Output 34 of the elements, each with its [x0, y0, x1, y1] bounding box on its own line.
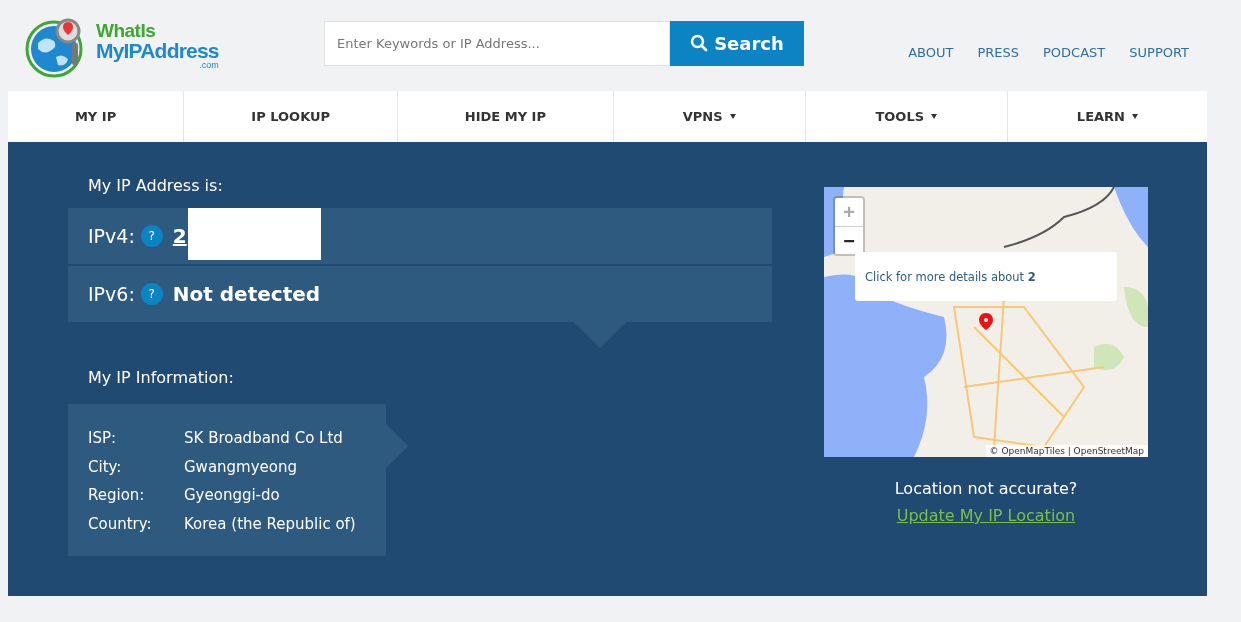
info-label: Region: [88, 486, 146, 505]
ip-label: IPv4: [88, 225, 135, 247]
logo-text[interactable]: .com [199, 61, 219, 70]
search-button[interactable]: Search [670, 20, 804, 66]
ip-label: IPv6: [88, 283, 135, 305]
caret-icon [1131, 114, 1138, 119]
info-label: City: [88, 457, 123, 476]
update-location-link[interactable]: Update My IP Location [896, 506, 1076, 525]
logo-text[interactable]: WhatIs [96, 21, 219, 40]
section-heading: My IP Address is: [87, 176, 224, 197]
info-value: Gwangmyeong [184, 457, 298, 476]
zoom-out-button[interactable]: − [835, 226, 863, 254]
location-question: Location not accurate? [894, 479, 1078, 498]
top-link[interactable]: PODCAST [1043, 45, 1106, 60]
ip-value[interactable]: 2 [172, 224, 187, 248]
map-attribution: © OpenMapTiles | OpenStreetMap [985, 445, 1148, 457]
popup-link[interactable]: Click for more details about 2 [865, 269, 1036, 284]
top-link[interactable]: SUPPORT [1129, 45, 1189, 60]
help-icon[interactable]: ? [140, 225, 163, 247]
nav-item[interactable]: MY IP [8, 91, 184, 142]
info-value: Gyeonggi-do [184, 486, 280, 505]
search-field[interactable]: Enter Keywords or IP Address... [324, 20, 670, 66]
info-value: SK Broadband Co Ltd [184, 429, 343, 448]
info-value: Korea (the Republic of) [184, 514, 356, 533]
ip-value: Not detected [172, 282, 321, 306]
section-heading: My IP Information: [87, 368, 235, 389]
info-label: Country: [88, 514, 153, 533]
info-label: ISP: [88, 429, 118, 448]
top-link[interactable]: PRESS [977, 45, 1020, 60]
top-link[interactable]: ABOUT [908, 45, 954, 60]
caret-icon [931, 114, 938, 119]
search-icon [690, 34, 709, 52]
caret-icon [729, 114, 736, 119]
help-icon[interactable]: ? [140, 283, 163, 305]
